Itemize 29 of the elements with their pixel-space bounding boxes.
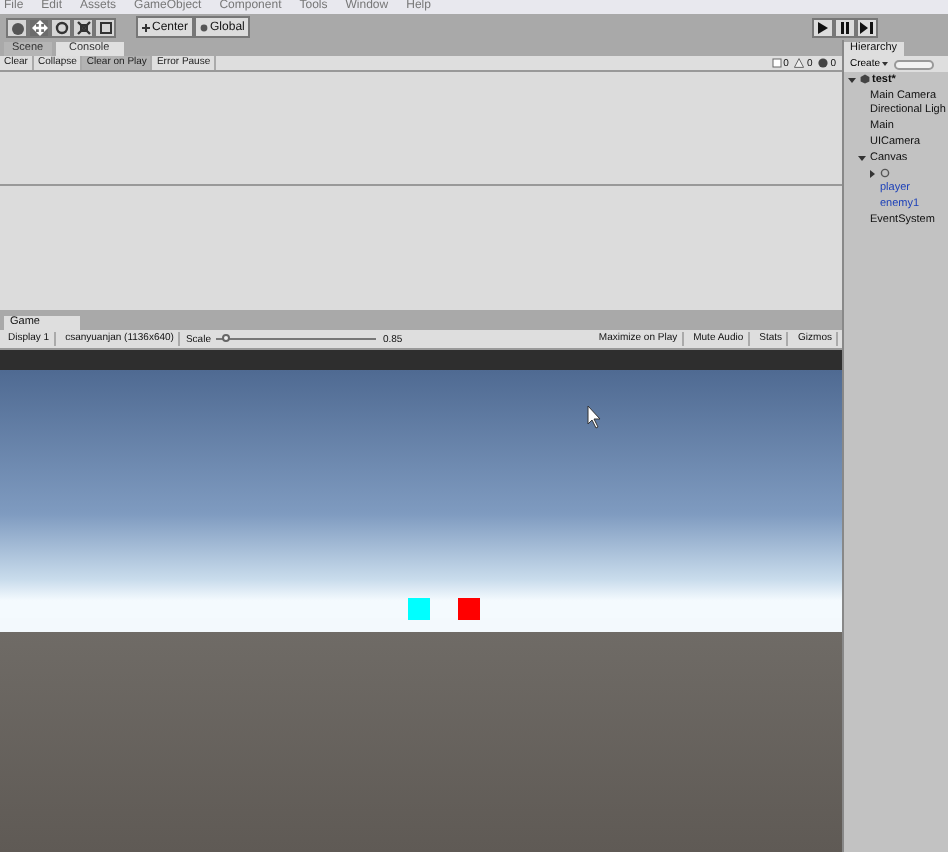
collapsed-arrow-icon[interactable] — [868, 169, 876, 178]
expanded-arrow-icon[interactable] — [848, 75, 856, 84]
search-field[interactable] — [894, 59, 935, 69]
globe-icon — [200, 23, 209, 31]
pause-icon — [838, 21, 852, 33]
cursor-icon — [587, 405, 601, 429]
unity-scene-icon — [860, 74, 870, 85]
caret-icon — [882, 61, 889, 65]
pause-button[interactable] — [834, 17, 856, 37]
gameobject-icon — [880, 168, 890, 179]
tool-button[interactable] — [50, 17, 72, 37]
pivot-icon — [142, 23, 150, 31]
error-icon — [818, 58, 829, 68]
play-button[interactable] — [812, 17, 834, 37]
rotate-icon — [53, 19, 69, 35]
hand-icon — [9, 19, 25, 35]
tool-button[interactable] — [94, 17, 116, 37]
tool-button[interactable] — [28, 17, 50, 37]
step-button[interactable] — [856, 17, 878, 37]
info-icon — [771, 58, 782, 68]
step-icon — [860, 21, 874, 33]
tool-button[interactable] — [72, 17, 94, 37]
expanded-arrow-icon[interactable] — [858, 153, 866, 162]
slider-thumb[interactable] — [221, 334, 230, 342]
scale-icon — [75, 19, 91, 35]
move-icon — [31, 19, 47, 35]
play-icon — [816, 21, 830, 33]
rect-tool-icon — [97, 19, 113, 35]
tool-button[interactable] — [6, 17, 28, 37]
